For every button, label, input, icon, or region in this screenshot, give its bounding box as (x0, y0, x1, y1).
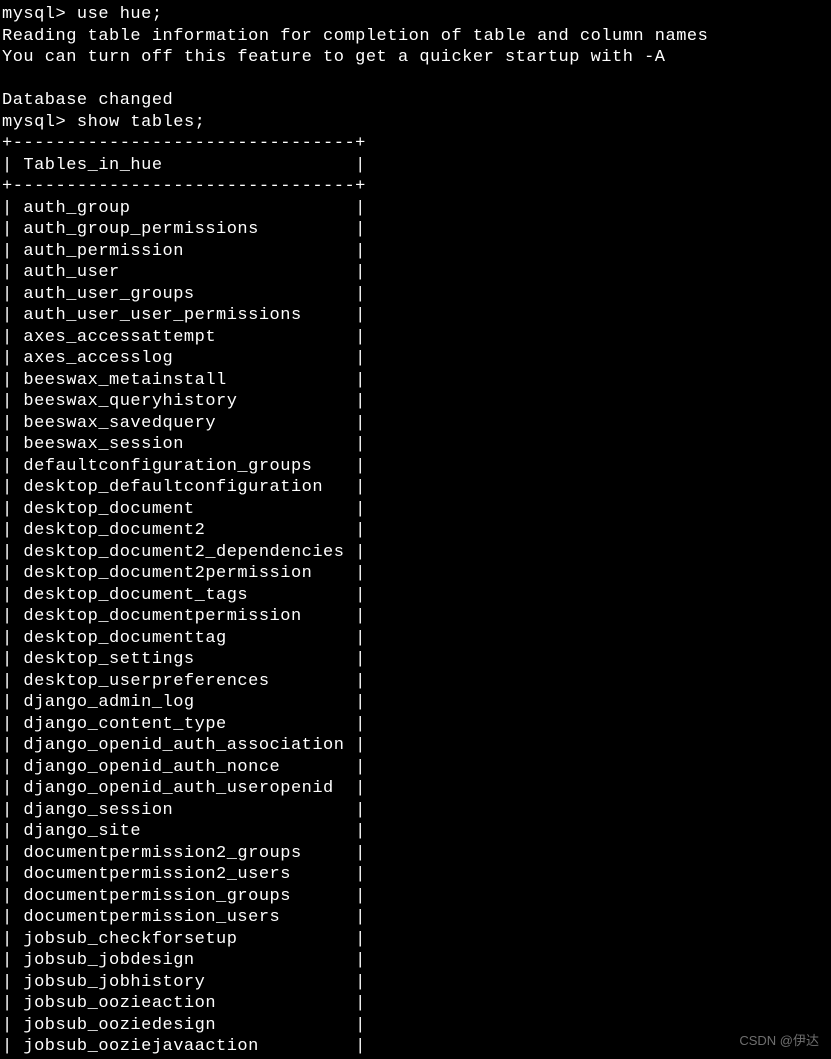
table-row: | desktop_document2permission | (2, 563, 829, 585)
table-row: | desktop_documenttag | (2, 628, 829, 650)
table-row: | axes_accessattempt | (2, 327, 829, 349)
table-row: | django_admin_log | (2, 692, 829, 714)
table-row: | desktop_document2_dependencies | (2, 542, 829, 564)
output-line: Reading table information for completion… (2, 26, 829, 48)
table-header: Tables_in_hue (23, 156, 162, 175)
mysql-prompt: mysql> (2, 5, 66, 24)
table-row: | beeswax_session | (2, 434, 829, 456)
table-row: | desktop_defaultconfiguration | (2, 477, 829, 499)
table-header-row: | Tables_in_hue | (2, 155, 829, 177)
table-row: | auth_group | (2, 198, 829, 220)
table-row: | auth_user_groups | (2, 284, 829, 306)
command-line-2: mysql> show tables; (2, 112, 829, 134)
table-row: | desktop_document | (2, 499, 829, 521)
table-row: | documentpermission2_groups | (2, 843, 829, 865)
table-row: | jobsub_jobhistory | (2, 972, 829, 994)
table-body: | auth_group || auth_group_permissions |… (2, 198, 829, 1058)
table-row: | desktop_userpreferences | (2, 671, 829, 693)
table-row: | documentpermission_groups | (2, 886, 829, 908)
table-row: | desktop_document_tags | (2, 585, 829, 607)
table-row: | beeswax_queryhistory | (2, 391, 829, 413)
command-line-1: mysql> use hue; (2, 4, 829, 26)
table-row: | axes_accesslog | (2, 348, 829, 370)
table-row: | auth_user_user_permissions | (2, 305, 829, 327)
watermark: CSDN @伊达 (739, 1030, 819, 1052)
output-line: Database changed (2, 90, 829, 112)
table-row: | django_openid_auth_useropenid | (2, 778, 829, 800)
table-row: | django_openid_auth_association | (2, 735, 829, 757)
table-row: | django_session | (2, 800, 829, 822)
table-row: | defaultconfiguration_groups | (2, 456, 829, 478)
command-text: use hue; (77, 5, 163, 24)
output-line: You can turn off this feature to get a q… (2, 47, 829, 69)
table-row: | django_content_type | (2, 714, 829, 736)
table-border: +--------------------------------+ (2, 133, 829, 155)
table-row: | django_openid_auth_nonce | (2, 757, 829, 779)
table-row: | desktop_document2 | (2, 520, 829, 542)
table-row: | jobsub_ooziejavaaction | (2, 1036, 829, 1058)
command-text: show tables; (77, 113, 205, 132)
table-row: | documentpermission_users | (2, 907, 829, 929)
table-border: +--------------------------------+ (2, 176, 829, 198)
table-row: | beeswax_metainstall | (2, 370, 829, 392)
table-row: | documentpermission2_users | (2, 864, 829, 886)
mysql-prompt: mysql> (2, 113, 66, 132)
table-row: | auth_permission | (2, 241, 829, 263)
table-row: | jobsub_ooziedesign | (2, 1015, 829, 1037)
table-row: | desktop_documentpermission | (2, 606, 829, 628)
table-row: | auth_user | (2, 262, 829, 284)
table-row: | jobsub_jobdesign | (2, 950, 829, 972)
terminal-output: mysql> use hue; Reading table informatio… (2, 4, 829, 1058)
table-row: | beeswax_savedquery | (2, 413, 829, 435)
table-row: | django_site | (2, 821, 829, 843)
table-row: | jobsub_oozieaction | (2, 993, 829, 1015)
table-row: | desktop_settings | (2, 649, 829, 671)
table-row: | jobsub_checkforsetup | (2, 929, 829, 951)
table-row: | auth_group_permissions | (2, 219, 829, 241)
blank-line (2, 69, 829, 91)
